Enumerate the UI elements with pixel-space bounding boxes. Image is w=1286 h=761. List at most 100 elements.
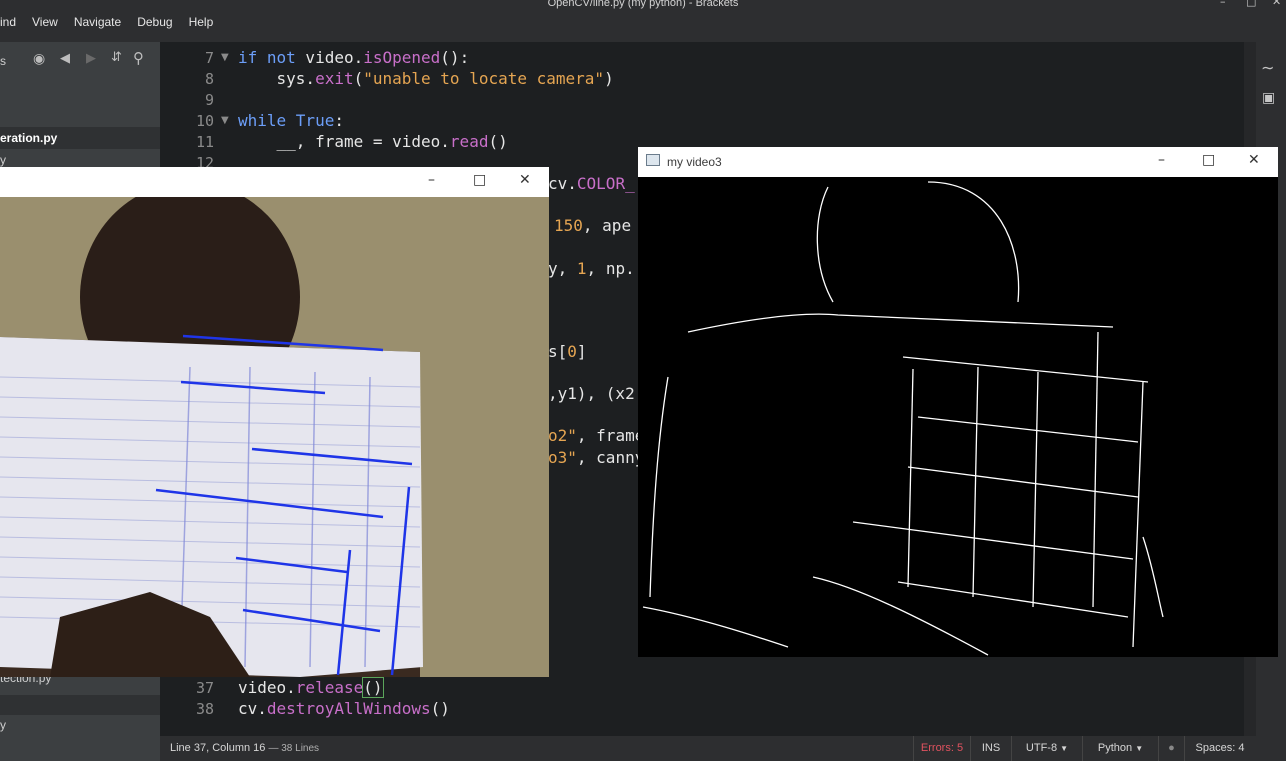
code-fragment: ,y1), (x2 — [548, 384, 635, 403]
code-function: destroyAllWindows — [266, 699, 431, 718]
extension-manager-icon[interactable]: ▣ — [1262, 90, 1275, 106]
code-text: cv. — [238, 699, 267, 718]
sidebar-divider — [0, 695, 160, 715]
code-function: isOpened — [363, 48, 441, 67]
canny-edges-image — [638, 177, 1278, 657]
chevron-down-icon: ▼ — [1135, 744, 1144, 753]
maximize-icon[interactable]: □ — [1246, 0, 1256, 8]
code-line-8: sys.exit("unable to locate camera") — [238, 69, 614, 88]
code-fragment: s[0] — [548, 342, 587, 361]
line-number: 8 — [204, 70, 214, 88]
code-line-10: while True: — [238, 111, 344, 130]
code-text: video. — [295, 48, 364, 67]
code-keyword: while True — [238, 111, 335, 130]
search-icon[interactable]: ⚲ — [133, 49, 144, 67]
code-string: o3" — [548, 448, 577, 467]
code-text: , np. — [586, 259, 635, 278]
menu-view[interactable]: View — [32, 15, 58, 33]
line-number: 11 — [195, 133, 214, 151]
bracket-match: () — [362, 677, 384, 698]
line-number: 7 — [204, 49, 214, 67]
code-text: cv. — [548, 174, 577, 193]
code-keyword: if not — [238, 48, 296, 67]
video-frame-window[interactable]: – □ ✕ — [0, 167, 549, 677]
encoding-select[interactable]: UTF-8 ▼ — [1011, 736, 1082, 761]
indent-setting[interactable]: Spaces: 4 — [1184, 736, 1255, 761]
window-app-icon — [646, 154, 660, 166]
code-text: video. — [238, 678, 296, 697]
line-number: 38 — [195, 700, 214, 718]
code-function: read — [449, 132, 489, 151]
window-title: my video3 — [667, 155, 722, 169]
line-count: — 38 Lines — [268, 743, 320, 754]
my-video3-window[interactable]: my video3 – □ ✕ — [638, 147, 1278, 657]
minimize-icon[interactable]: – — [1158, 152, 1165, 168]
line-number: 9 — [204, 91, 214, 109]
errors-indicator[interactable]: Errors: 5 — [913, 736, 970, 761]
code-string: o2" — [548, 426, 577, 445]
code-fragment: o2", frame — [548, 426, 644, 445]
close-icon[interactable]: ✕ — [1248, 152, 1260, 168]
linter-status-icon[interactable]: ● — [1158, 736, 1184, 761]
camera-frame-image — [0, 197, 549, 677]
menu-help[interactable]: Help — [189, 15, 214, 33]
live-preview-icon[interactable]: ∼ — [1261, 58, 1274, 77]
code-line-7: if not video.isOpened(): — [238, 48, 469, 67]
code-fragment: y, 1, np. — [548, 259, 635, 278]
code-text: , ape — [582, 216, 632, 235]
menu-debug[interactable]: Debug — [137, 15, 172, 33]
code-line-11: __, frame = video.read() — [238, 132, 508, 151]
sidebar-toolbar-label: s — [0, 54, 6, 68]
back-icon[interactable]: ◀ — [60, 51, 70, 66]
minimize-icon[interactable]: – — [428, 172, 435, 188]
code-string: "unable to locate camera" — [363, 69, 605, 88]
sidebar-file-2[interactable]: y — [0, 153, 6, 167]
close-icon[interactable]: ✕ — [1272, 0, 1281, 8]
maximize-icon[interactable]: □ — [473, 172, 486, 188]
encoding-label: UTF-8 — [1025, 742, 1058, 754]
code-line-37: video.release() — [238, 677, 384, 698]
forward-icon[interactable]: ▶ — [86, 51, 96, 66]
code-function: COLOR_ — [576, 174, 635, 193]
code-function: release — [295, 678, 364, 697]
maximize-icon[interactable]: □ — [1202, 152, 1215, 168]
line-number: 10 — [195, 112, 214, 130]
line-number: 37 — [195, 679, 214, 697]
minimize-icon[interactable]: – — [1220, 0, 1226, 8]
code-number: 150 — [554, 216, 583, 235]
sidebar-file-4[interactable]: y — [0, 718, 6, 732]
code-number: 1 — [576, 259, 587, 278]
cursor-position: Line 37, Column 16 — 38 Lines — [170, 736, 319, 761]
code-fragment: cv.COLOR_ — [548, 174, 635, 193]
binoculars-icon[interactable]: ◉ — [33, 51, 45, 67]
code-line-38: cv.destroyAllWindows() — [238, 699, 450, 718]
split-icon[interactable]: ⇵ — [111, 50, 122, 65]
code-number: 0 — [567, 342, 577, 361]
code-text: ] — [576, 342, 587, 361]
code-text: sys. — [238, 69, 316, 88]
code-text: , canny — [576, 448, 645, 467]
code-function: exit — [315, 69, 354, 88]
code-text: () — [430, 699, 450, 718]
sidebar-file-calibration[interactable]: eration.py — [0, 131, 57, 145]
menu-navigate[interactable]: Navigate — [74, 15, 121, 33]
code-text: , frame — [576, 426, 645, 445]
code-text: __, frame = video. — [238, 132, 450, 151]
insert-mode[interactable]: INS — [970, 736, 1011, 761]
window-titlebar: OpenCV/line.py (my python) - Brackets in… — [0, 0, 1286, 42]
code-fragment: 150, ape — [554, 216, 631, 235]
close-icon[interactable]: ✕ — [519, 172, 531, 188]
code-fragment: o3", canny — [548, 448, 644, 467]
fold-arrow-icon[interactable]: ▼ — [221, 115, 229, 126]
fold-arrow-icon[interactable]: ▼ — [221, 52, 229, 63]
window-title: OpenCV/line.py (my python) - Brackets — [547, 0, 739, 9]
cursor-position-text: Line 37, Column 16 — [170, 742, 266, 754]
code-text: s[ — [548, 342, 568, 361]
language-label: Python — [1097, 742, 1133, 754]
language-select[interactable]: Python ▼ — [1082, 736, 1158, 761]
menu-bar: ind View Navigate Debug Help — [0, 15, 229, 33]
code-text: y, — [548, 259, 577, 278]
code-text: (): — [440, 48, 470, 67]
menu-find[interactable]: ind — [0, 15, 16, 33]
chevron-down-icon: ▼ — [1060, 744, 1069, 753]
